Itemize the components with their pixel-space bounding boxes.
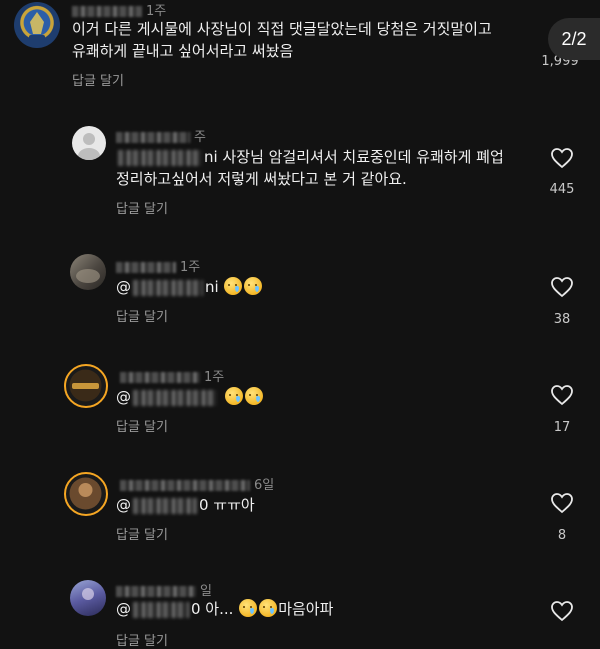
comment-meta: 1주: [120, 366, 224, 385]
like-count: 8: [557, 528, 567, 543]
mention-prefix: @: [116, 600, 131, 618]
heart-icon[interactable]: [550, 147, 574, 169]
reply-button[interactable]: 답글 달기: [116, 630, 168, 649]
photo-avatar-icon[interactable]: [70, 254, 106, 290]
like-count: 17: [553, 420, 571, 435]
blurred-username: [120, 480, 250, 491]
comment-text-span: 마음아파: [278, 600, 334, 618]
blurred-username: [120, 372, 200, 383]
comment-time: 1주: [146, 4, 167, 19]
reply-button[interactable]: 답글 달기: [116, 198, 168, 217]
story-ring-avatar-icon[interactable]: [64, 364, 108, 408]
page-indicator: 2/2: [548, 18, 600, 60]
comment-time: 주: [194, 130, 206, 145]
photo-avatar-icon[interactable]: [70, 580, 106, 616]
reply-button[interactable]: 답글 달기: [116, 306, 168, 325]
blurred-username: [116, 586, 196, 597]
comment-text: @: [116, 386, 264, 408]
crying-face-icon: [244, 277, 263, 295]
reply-button[interactable]: 답글 달기: [116, 524, 168, 543]
mention-prefix: @: [116, 278, 131, 296]
blurred-mention[interactable]: [133, 279, 203, 296]
comment-time: 1주: [204, 370, 225, 385]
comment-text: @0 ㅠㅠ아: [116, 494, 255, 516]
heart-icon[interactable]: [550, 276, 574, 298]
like-count: 445: [549, 182, 575, 197]
crying-face-icon: [224, 387, 243, 405]
comment-meta: 1주: [72, 0, 166, 19]
blurred-username: [72, 6, 142, 17]
blurred-username: [116, 132, 190, 143]
comment-meta: 일: [116, 580, 212, 599]
heart-icon[interactable]: [550, 492, 574, 514]
mention-prefix: @: [116, 388, 131, 406]
default-avatar-icon[interactable]: [72, 126, 106, 160]
comment-text: @ ni: [116, 276, 263, 298]
reply-button[interactable]: 답글 달기: [72, 70, 124, 89]
comment-meta: 6일: [120, 474, 274, 493]
mention-prefix: @: [116, 496, 131, 514]
blurred-username: [116, 262, 176, 273]
comment-text-line: 유쾌하게 끝내고 싶어서라고 써놨음: [72, 42, 294, 60]
blurred-mention[interactable]: [133, 601, 189, 618]
comment-text-span: 0 아...: [191, 600, 234, 618]
blurred-mention[interactable]: [118, 149, 202, 166]
heart-icon[interactable]: [550, 600, 574, 622]
heart-icon[interactable]: [550, 384, 574, 406]
like-count: 38: [553, 312, 571, 327]
comment-time: 6일: [254, 478, 275, 493]
comment-time: 일: [200, 584, 212, 599]
comment-time: 1주: [180, 260, 201, 275]
blurred-mention[interactable]: [133, 497, 197, 514]
comment-text-span: 사장님 암걸리셔서 치료중인데 유쾌하게 폐업: [222, 148, 504, 166]
comment-text-line: 정리하고싶어서 저렇게 써놨다고 본 거 같아요.: [116, 170, 407, 188]
crying-face-icon: [224, 277, 243, 295]
comment-text-span: 0 ㅠㅠ아: [199, 496, 255, 514]
mention-suffix: ni: [204, 148, 218, 166]
comment-text: @0 아... 마음아파: [116, 598, 333, 620]
crying-face-icon: [244, 387, 263, 405]
police-badge-avatar-icon[interactable]: [14, 2, 60, 48]
story-ring-avatar-icon[interactable]: [64, 472, 108, 516]
comment-text-line: 이거 다른 게시물에 사장님이 직접 댓글달았는데 당첨은 거짓말이고: [72, 20, 492, 38]
blurred-mention[interactable]: [133, 389, 217, 406]
comment-meta: 1주: [116, 256, 200, 275]
comment-text: ni 사장님 암걸리셔서 치료중인데 유쾌하게 폐업 정리하고싶어서 저렇게 써…: [116, 146, 504, 190]
mention-suffix: ni: [205, 278, 219, 296]
comment-text: 이거 다른 게시물에 사장님이 직접 댓글달았는데 당첨은 거짓말이고 유쾌하게…: [72, 18, 492, 62]
reply-button[interactable]: 답글 달기: [116, 416, 168, 435]
comment-meta: 주: [116, 126, 206, 145]
comment-text-line: ni 사장님 암걸리셔서 치료중인데 유쾌하게 폐업: [116, 146, 504, 168]
crying-face-icon: [259, 599, 278, 617]
crying-face-icon: [239, 599, 258, 617]
